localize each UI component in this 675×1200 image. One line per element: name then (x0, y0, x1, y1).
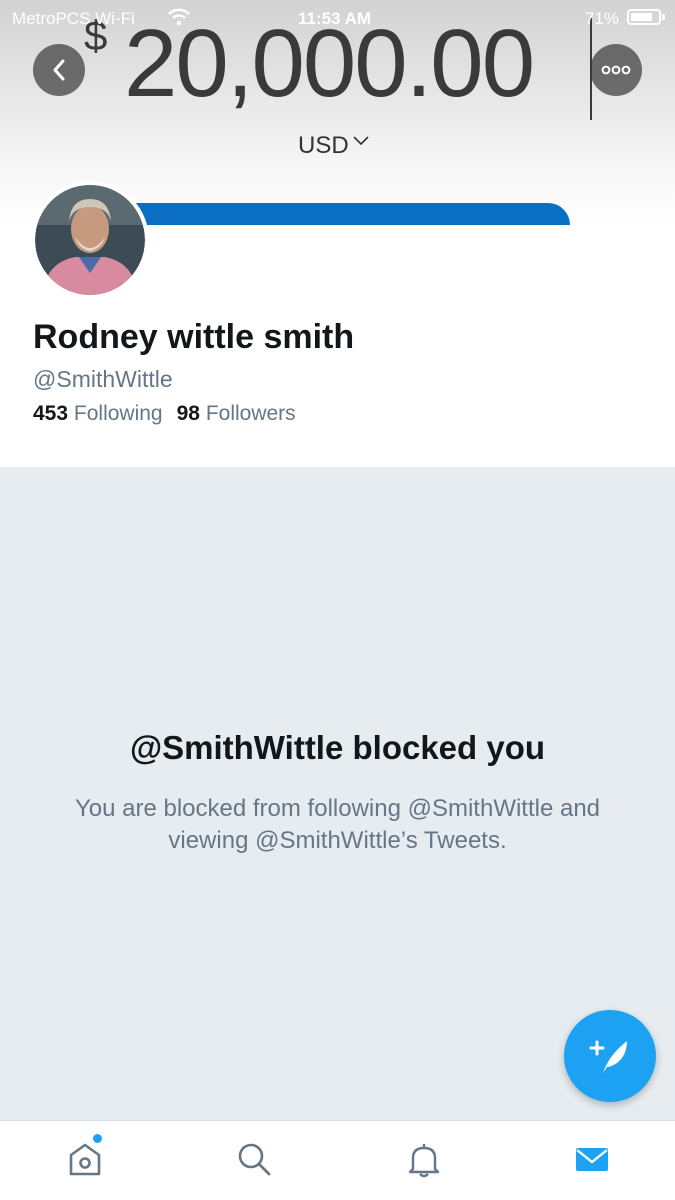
follow-counts: 453 Following 98 Followers (33, 402, 296, 426)
tab-bar (0, 1120, 675, 1200)
tab-notifications[interactable] (402, 1137, 446, 1181)
compose-tweet-button[interactable] (564, 1010, 656, 1102)
home-notification-dot (93, 1134, 102, 1143)
carrier-label: MetroPCS Wi-Fi (12, 9, 135, 28)
battery-percent: 71% (585, 9, 620, 28)
blocked-title: @SmithWittle blocked you (129, 729, 546, 766)
profile-handle: @SmithWittle (33, 366, 173, 392)
more-icon (601, 65, 631, 75)
battery-tip (662, 14, 665, 20)
battery-icon (627, 9, 661, 25)
followers-link[interactable]: 98 Followers (177, 402, 296, 425)
wifi-icon (168, 8, 190, 26)
chevron-down-icon[interactable] (352, 134, 370, 148)
status-bar: MetroPCS Wi-Fi 11:53 AM 71% (0, 0, 675, 36)
home-icon (69, 1143, 101, 1176)
compose-icon (589, 1040, 627, 1073)
chevron-left-icon (53, 59, 65, 81)
back-button[interactable] (33, 44, 85, 96)
mail-icon (576, 1148, 608, 1171)
blocked-message: You are blocked from following @SmithWit… (74, 795, 601, 854)
tab-messages[interactable] (570, 1137, 614, 1181)
avatar[interactable] (31, 181, 149, 299)
followers-count: 98 (176, 402, 200, 425)
blocked-panel: @SmithWittle blocked you You are blocked… (0, 467, 675, 1120)
clock: 11:53 AM (298, 9, 372, 28)
tab-search[interactable] (232, 1137, 276, 1181)
following-link[interactable]: 453 Following (33, 402, 163, 425)
bell-icon (408, 1144, 440, 1178)
currency-selector[interactable]: USD (298, 132, 349, 160)
avatar-photo (35, 185, 145, 295)
search-icon (238, 1143, 271, 1176)
followers-label: Followers (205, 402, 296, 425)
tab-home[interactable] (63, 1137, 107, 1181)
more-button[interactable] (590, 44, 642, 96)
profile-name: Rodney wittle smith (33, 318, 355, 356)
following-label: Following (73, 402, 163, 425)
following-count: 453 (33, 402, 69, 425)
banner-bar (100, 203, 570, 225)
